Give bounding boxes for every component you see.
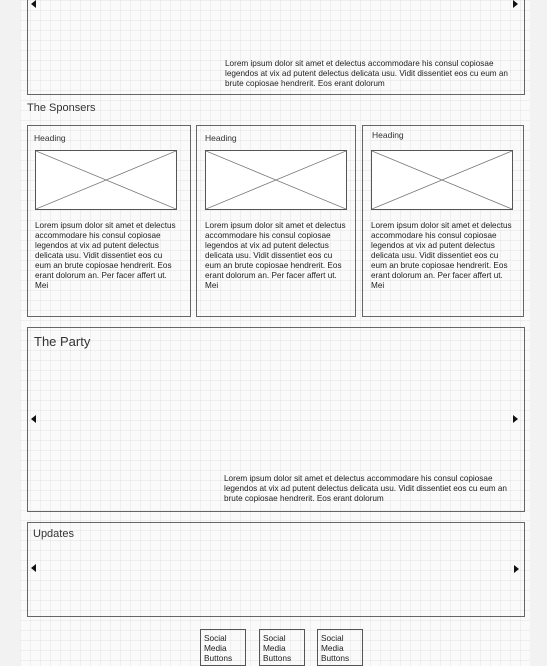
sponsor-card-3-text: Lorem ipsum dolor sit amet et delectus a… [371,221,512,290]
image-placeholder-icon [205,150,347,210]
hero-prev-icon[interactable] [31,0,36,8]
image-placeholder-icon [371,150,513,210]
party-caption: Lorem ipsum dolor sit amet et delectus a… [224,474,507,503]
sponsor-card-1-text: Lorem ipsum dolor sit amet et delectus a… [35,221,176,290]
party-prev-icon[interactable] [31,415,36,423]
social-media-button-3[interactable]: Social Media Buttons [317,629,363,666]
sponsor-card-3-heading: Heading [372,130,404,140]
sponsors-title: The Sponsers [27,102,96,114]
hero-next-icon[interactable] [513,0,518,8]
party-title: The Party [34,334,91,349]
updates-slider [27,522,525,617]
sponsor-card-2-heading: Heading [205,133,237,143]
hero-caption: Lorem ipsum dolor sit amet et delectus a… [225,59,508,88]
updates-prev-icon[interactable] [31,564,36,572]
image-placeholder-icon [35,150,177,210]
party-next-icon[interactable] [513,415,518,423]
sponsor-card-1-heading: Heading [34,133,66,143]
updates-next-icon[interactable] [514,565,519,573]
sponsor-card-2-text: Lorem ipsum dolor sit amet et delectus a… [205,221,346,290]
social-media-button-2[interactable]: Social Media Buttons [259,629,305,666]
updates-title: Updates [33,528,74,540]
social-media-button-1[interactable]: Social Media Buttons [200,629,246,666]
